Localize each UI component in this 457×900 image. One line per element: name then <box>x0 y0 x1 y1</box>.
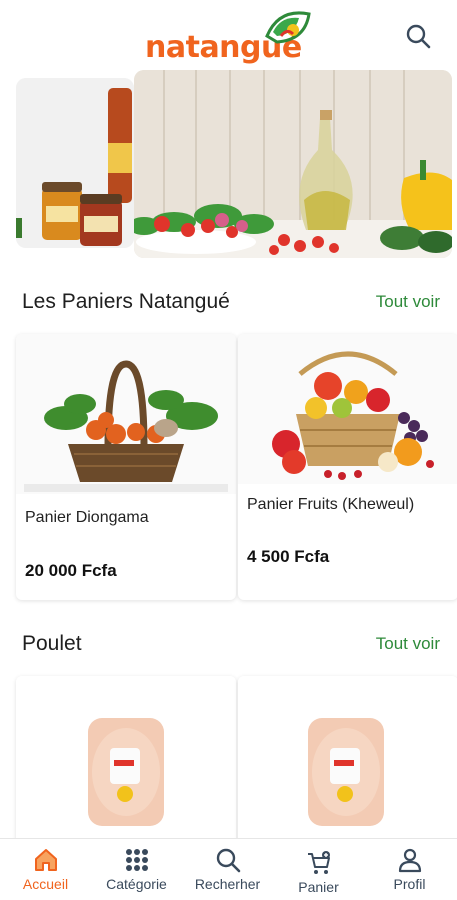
nav-label: Accueil <box>22 876 69 892</box>
nav-label: Recherher <box>194 876 261 892</box>
bottom-navigation: Accueil Catégorie Recherher Panier Profi… <box>0 838 457 900</box>
app-header: natangué <box>0 0 457 70</box>
product-list-chicken <box>14 676 457 846</box>
cart-icon <box>307 851 330 874</box>
leaf-logo-icon <box>265 11 311 44</box>
nav-label: Profil <box>393 876 426 892</box>
product-price: 20 000 Fcfa <box>25 561 117 580</box>
section-header-chicken: Poulet Tout voir <box>22 632 440 662</box>
product-name: Panier Diongama <box>25 509 149 526</box>
search-icon[interactable] <box>404 22 432 50</box>
banner-slide-vegetables[interactable] <box>134 70 452 258</box>
product-card[interactable] <box>16 676 236 846</box>
product-image <box>238 676 457 836</box>
product-list-baskets: Panier Diongama 20 000 Fcfa Panier Fruit… <box>14 334 457 602</box>
product-image <box>238 334 457 484</box>
search-icon <box>216 848 240 873</box>
product-image <box>16 676 236 836</box>
section-header-baskets: Les Paniers Natangué Tout voir <box>22 290 440 320</box>
promo-carousel[interactable] <box>0 70 457 265</box>
nav-item-panier[interactable]: Panier <box>273 839 364 900</box>
product-image <box>16 334 236 494</box>
grid-icon <box>125 849 148 871</box>
vegetables-image <box>134 70 452 258</box>
product-price: 4 500 Fcfa <box>247 547 330 566</box>
product-card[interactable]: Panier Fruits (Kheweul) 4 500 Fcfa <box>238 334 457 600</box>
nav-item-categorie[interactable]: Catégorie <box>91 839 182 900</box>
product-card[interactable] <box>238 676 457 846</box>
brand-logo[interactable]: natangué <box>145 6 315 66</box>
banner-slide-preserves[interactable] <box>16 78 134 248</box>
nav-item-accueil[interactable]: Accueil <box>0 839 91 900</box>
product-card[interactable]: Panier Diongama 20 000 Fcfa <box>16 334 236 600</box>
see-all-link[interactable]: Tout voir <box>376 292 440 312</box>
user-icon <box>398 848 421 873</box>
nav-label: Panier <box>298 879 339 895</box>
see-all-link[interactable]: Tout voir <box>376 634 440 654</box>
nav-label: Catégorie <box>106 876 167 892</box>
nav-item-recherher[interactable]: Recherher <box>182 839 273 900</box>
product-name: Panier Fruits (Kheweul) <box>247 496 415 513</box>
section-title: Les Paniers Natangué <box>22 290 230 313</box>
preserves-image <box>16 78 134 248</box>
nav-item-profil[interactable]: Profil <box>364 839 455 900</box>
home-icon <box>34 849 57 871</box>
section-title: Poulet <box>22 632 82 655</box>
